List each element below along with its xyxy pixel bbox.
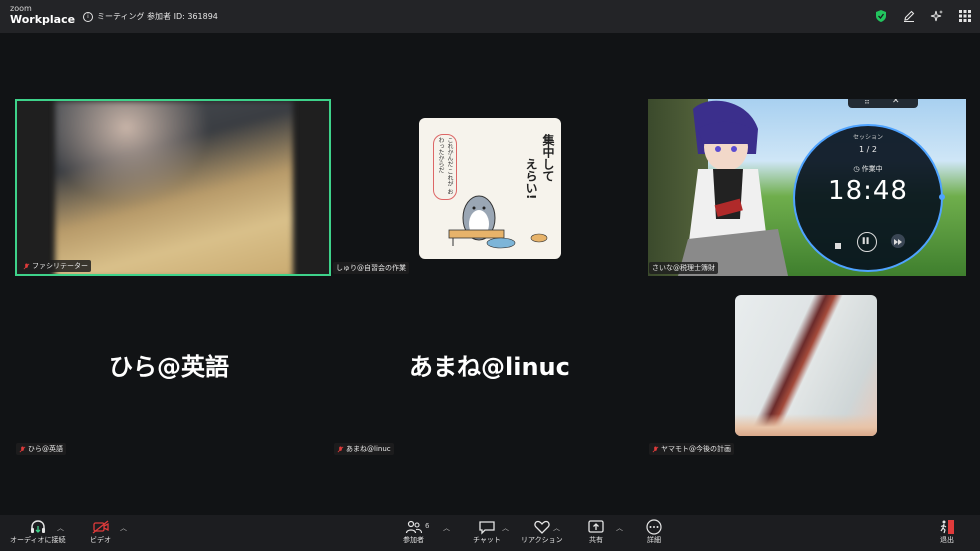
share-options-caret[interactable]: ︿	[616, 523, 623, 533]
logo-line2: Workplace	[10, 13, 76, 26]
video-off-icon	[92, 520, 109, 534]
participant-display-name: あまね@linuc	[409, 353, 570, 381]
video-options-caret[interactable]: ︿	[120, 523, 127, 533]
timer-progress-dot	[939, 194, 945, 200]
more-button[interactable]: 詳細	[645, 519, 663, 545]
video-tile-yamamoto[interactable]: ヤマモト@今後の計画	[648, 295, 966, 455]
timer-time: 18:48	[828, 176, 908, 206]
video-tile-saina[interactable]: セッション 1 / 2 ◷ 作業中 18:48 ⠿ ✕ さいな@税理士簿財	[648, 99, 966, 276]
book-pages-edge	[735, 414, 877, 436]
timer-state: ◷ 作業中	[853, 165, 883, 173]
ai-sparkle-icon[interactable]	[930, 9, 944, 23]
pause-icon	[862, 237, 869, 245]
timer-window-controls: ⠿ ✕	[848, 99, 918, 108]
video-gallery: ファシリテーター 集中して えらい! これかんだ これが おわったからだ しゅり…	[0, 33, 980, 515]
video-tile-shuri[interactable]: 集中して えらい! これかんだ これが おわったからだ しゅり@自習会の作業	[333, 99, 649, 276]
mic-muted-icon	[337, 445, 344, 452]
mic-muted-icon	[23, 262, 30, 269]
skip-forward-icon	[894, 239, 902, 245]
participants-icon	[405, 520, 422, 534]
zoom-logo: zoom Workplace	[10, 4, 76, 26]
timer-session-label: セッション	[852, 134, 883, 141]
video-button[interactable]: ビデオ	[90, 519, 111, 545]
penguin-drawing-icon	[448, 195, 548, 249]
timer-session-count: 1 / 2	[859, 145, 877, 154]
timer-stop-button[interactable]	[833, 236, 843, 249]
participant-display-name: ひら@英語	[109, 353, 229, 381]
drag-handle-icon[interactable]: ⠿	[864, 99, 870, 106]
chat-icon	[479, 521, 495, 535]
top-bar: zoom Workplace i ミーティング 参加者 ID: 361894	[0, 0, 980, 33]
mic-muted-icon	[19, 445, 26, 452]
edit-icon[interactable]	[902, 9, 916, 23]
mic-muted-icon	[652, 445, 659, 452]
timer-pause-button[interactable]	[857, 232, 877, 252]
chat-options-caret[interactable]: ︿	[502, 523, 509, 533]
chat-button[interactable]: チャット	[473, 519, 501, 545]
share-button[interactable]: 共有	[587, 519, 605, 545]
timer-skip-button[interactable]	[891, 234, 905, 248]
meeting-info-text: ミーティング 参加者 ID: 361894	[97, 12, 218, 21]
video-tile-amane[interactable]: あまね@linuc あまね@linuc	[333, 295, 649, 455]
participants-button[interactable]: 参加者	[403, 519, 424, 545]
close-icon[interactable]: ✕	[892, 99, 900, 106]
info-icon: i	[83, 11, 93, 22]
tile-label: さいな@税理士簿財	[649, 262, 718, 274]
shield-icon[interactable]	[874, 9, 888, 23]
leave-button[interactable]: 退出	[938, 519, 956, 545]
pomodoro-timer-widget[interactable]: セッション 1 / 2 ◷ 作業中 18:48	[793, 124, 945, 272]
penguin-sticker-image: 集中して えらい! これかんだ これが おわったからだ	[419, 118, 561, 259]
heart-icon	[534, 520, 550, 534]
leave-door-icon	[940, 520, 954, 534]
headphones-icon	[30, 520, 45, 533]
top-right-controls	[874, 9, 972, 23]
audio-options-caret[interactable]: ︿	[57, 523, 64, 533]
video-tile-facilitator[interactable]: ファシリテーター	[15, 99, 331, 276]
tile-label: ひら@英語	[16, 443, 66, 455]
tile-label: あまね@linuc	[334, 443, 394, 455]
blurred-camera-feed	[55, 101, 293, 274]
share-screen-icon	[588, 520, 604, 533]
tile-label: しゅり@自習会の作業	[333, 262, 409, 274]
more-dots-icon	[646, 519, 662, 535]
apps-grid-icon[interactable]	[958, 9, 972, 23]
logo-line1: zoom	[10, 4, 32, 13]
tile-label: ヤマモト@今後の計画	[649, 443, 734, 455]
meeting-info[interactable]: i ミーティング 参加者 ID: 361894	[83, 11, 218, 22]
participants-count-badge: 6	[425, 522, 430, 530]
tile-label: ファシリテーター	[20, 260, 91, 272]
book-profile-image	[735, 295, 877, 436]
meeting-toolbar: オーディオに接続 ︿ ビデオ ︿ 参加者 6 ︿ チャット ︿ リアクション ︿…	[0, 515, 980, 551]
stop-icon	[835, 243, 841, 249]
participants-options-caret[interactable]: ︿	[443, 523, 450, 533]
video-tile-hira[interactable]: ひら@英語 ひら@英語	[15, 295, 331, 455]
reactions-options-caret[interactable]: ︿	[553, 523, 560, 533]
